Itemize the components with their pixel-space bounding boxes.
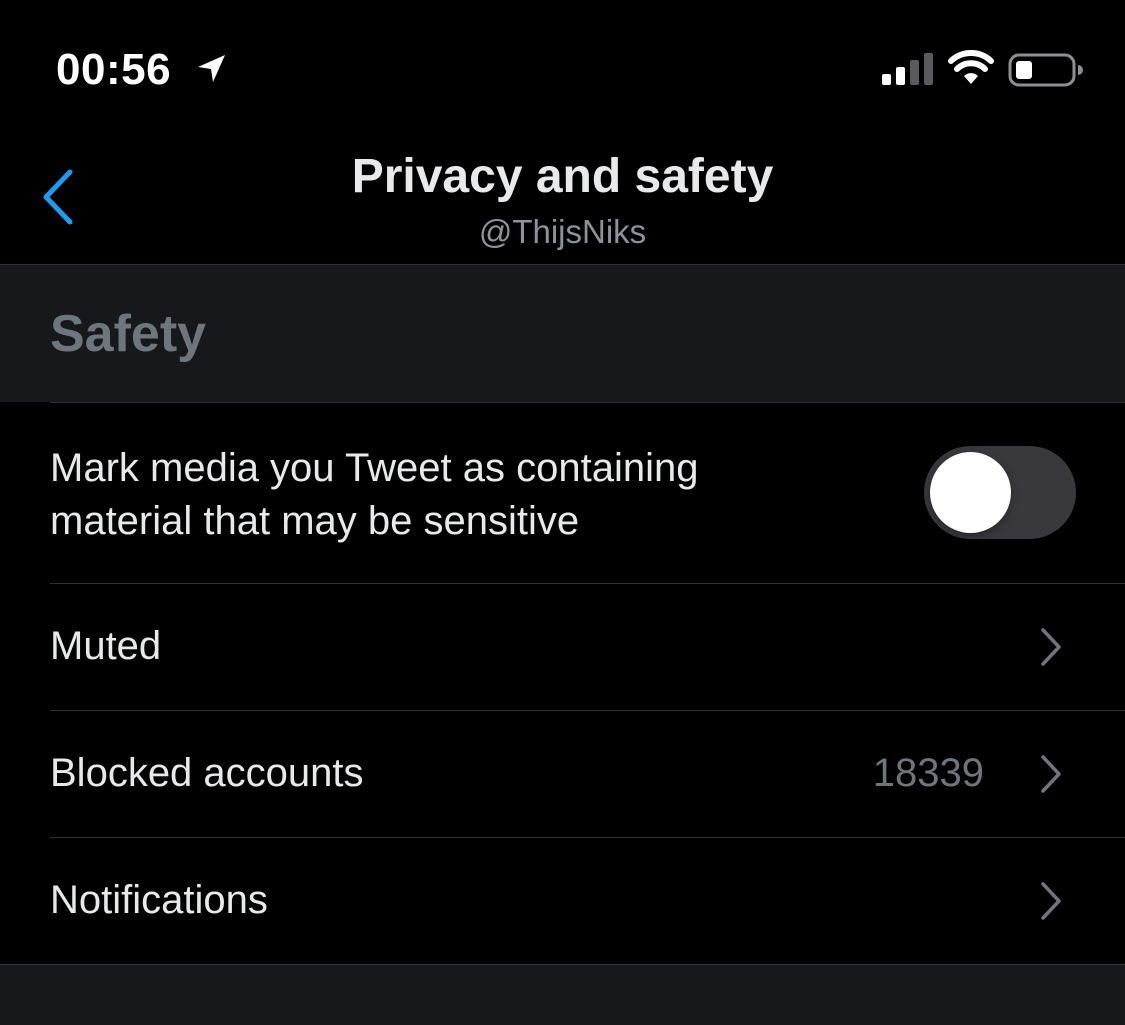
muted-row[interactable]: Muted <box>0 583 1125 710</box>
blocked-accounts-label: Blocked accounts <box>50 751 364 795</box>
nav-header: Privacy and safety @ThijsNiks <box>0 130 1125 265</box>
wifi-icon <box>948 50 994 84</box>
cellular-signal-icon <box>882 53 933 85</box>
row-divider <box>50 583 1125 584</box>
battery-icon <box>1008 53 1083 87</box>
status-bar: 00:56 <box>0 0 1125 130</box>
row-divider <box>50 402 1125 403</box>
blocked-accounts-row[interactable]: Blocked accounts 18339 <box>0 710 1125 837</box>
row-divider <box>50 837 1125 838</box>
toggle-knob <box>930 452 1011 533</box>
location-arrow-icon <box>198 55 225 82</box>
blocked-accounts-count: 18339 <box>872 751 984 795</box>
sensitive-media-label-line1: Mark media you Tweet as containing <box>50 446 699 490</box>
page-title: Privacy and safety <box>351 150 774 203</box>
notifications-label: Notifications <box>50 878 268 922</box>
section-header-safety: Safety <box>0 265 1125 402</box>
chevron-right-icon <box>1041 882 1061 920</box>
section-footer <box>0 964 1125 1025</box>
privacy-and-safety-screen: 00:56 Privacy and safety @ThijsNiks Safe… <box>0 0 1125 1025</box>
row-divider <box>50 710 1125 711</box>
notifications-row[interactable]: Notifications <box>0 837 1125 964</box>
sensitive-media-label-line2: material that may be sensitive <box>50 499 580 543</box>
muted-label: Muted <box>50 624 162 668</box>
account-handle: @ThijsNiks <box>478 213 647 250</box>
sensitive-media-toggle[interactable] <box>924 446 1076 539</box>
section-title: Safety <box>50 305 207 363</box>
status-time: 00:56 <box>56 45 172 94</box>
chevron-right-icon <box>1041 755 1061 793</box>
chevron-right-icon <box>1041 628 1061 666</box>
sensitive-media-row[interactable]: Mark media you Tweet as containing mater… <box>0 402 1125 583</box>
